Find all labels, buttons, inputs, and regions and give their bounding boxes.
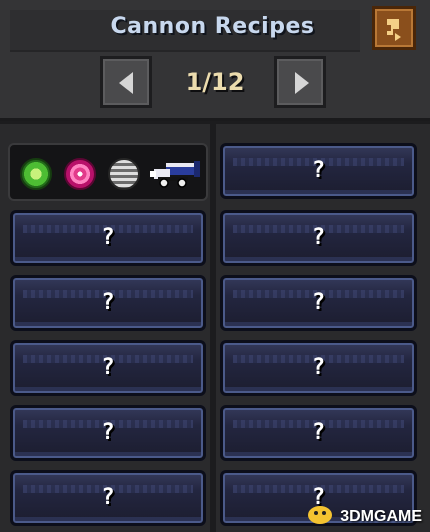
page-title: Cannon Recipes bbox=[110, 14, 315, 39]
recipe-slot[interactable]: ? bbox=[220, 143, 417, 199]
recipe-slot[interactable]: ? bbox=[220, 210, 417, 266]
recipe-slot[interactable]: ? bbox=[10, 405, 206, 461]
gray-gem-icon bbox=[108, 158, 140, 190]
watermark-logo-icon bbox=[308, 506, 332, 524]
back-button[interactable] bbox=[372, 6, 416, 50]
cannon-icon bbox=[150, 161, 200, 188]
recipe-slot[interactable]: ? bbox=[10, 470, 206, 526]
unknown-recipe-label: ? bbox=[101, 420, 115, 445]
recipe-slot[interactable]: ? bbox=[10, 275, 206, 331]
unknown-recipe-label: ? bbox=[311, 158, 326, 183]
unknown-recipe-label: ? bbox=[101, 290, 115, 315]
back-arrow-icon bbox=[387, 19, 401, 41]
next-page-button[interactable] bbox=[274, 56, 326, 108]
pink-gem-icon bbox=[64, 158, 96, 190]
recipe-slot[interactable]: ? bbox=[220, 275, 417, 331]
selected-recipe[interactable] bbox=[8, 143, 208, 201]
watermark-text: 3DMGAME bbox=[340, 508, 422, 525]
green-gem-icon bbox=[20, 158, 52, 190]
recipe-slot[interactable]: ? bbox=[220, 405, 417, 461]
unknown-recipe-label: ? bbox=[311, 290, 326, 315]
column-divider bbox=[210, 122, 216, 532]
left-arrow-icon bbox=[119, 72, 133, 94]
unknown-recipe-label: ? bbox=[101, 225, 115, 250]
unknown-recipe-label: ? bbox=[101, 355, 115, 380]
recipe-slot[interactable]: ? bbox=[10, 210, 206, 266]
unknown-recipe-label: ? bbox=[311, 420, 326, 445]
recipe-slot[interactable]: ? bbox=[10, 340, 206, 396]
unknown-recipe-label: ? bbox=[101, 485, 115, 510]
right-arrow-icon bbox=[295, 72, 309, 94]
page-indicator: 1/12 bbox=[185, 68, 245, 96]
unknown-recipe-label: ? bbox=[311, 225, 326, 250]
recipe-slot[interactable]: ? bbox=[220, 340, 417, 396]
unknown-recipe-label: ? bbox=[311, 355, 326, 380]
prev-page-button[interactable] bbox=[100, 56, 152, 108]
